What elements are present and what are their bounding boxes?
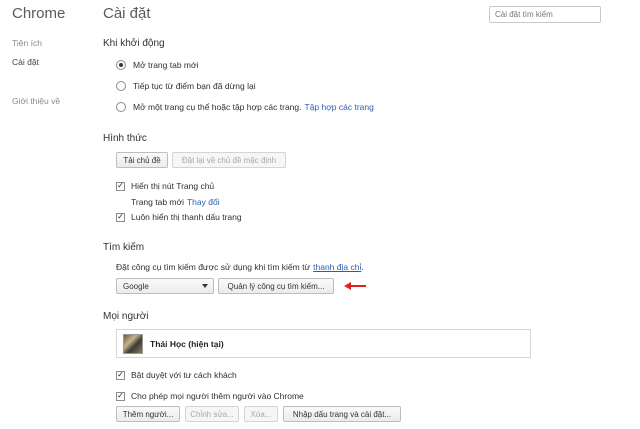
appearance-section-title: Hình thức xyxy=(103,133,147,144)
avatar xyxy=(123,333,143,354)
set-pages-link[interactable]: Tập hợp các trang xyxy=(305,102,374,112)
sidebar: Chrome Tiện ích Cài đặt Giới thiệu về xyxy=(0,0,100,429)
search-description-text: Đặt công cụ tìm kiếm được sử dụng khi tì… xyxy=(116,262,311,272)
reset-theme-button[interactable]: Đặt lại về chủ đề mặc định xyxy=(172,152,286,168)
import-bookmarks-button[interactable]: Nhập dấu trang và cài đặt... xyxy=(283,406,401,422)
guest-browsing-option[interactable]: ✓ Bật duyệt với tư cách khách xyxy=(116,369,237,381)
edit-person-button[interactable]: Chỉnh sửa... xyxy=(185,406,239,422)
search-engine-value: Google xyxy=(123,281,149,291)
startup-option-new-tab[interactable]: Mở trang tab mới xyxy=(116,59,198,71)
checkbox-checked-icon[interactable]: ✓ xyxy=(116,212,125,222)
annotation-arrow-head-icon xyxy=(344,282,351,290)
people-list[interactable]: Thái Học (hiện tại) xyxy=(116,329,531,358)
show-bookmarks-label: Luôn hiển thị thanh dấu trang xyxy=(131,212,242,222)
delete-person-button[interactable]: Xóa... xyxy=(244,406,278,422)
allow-add-person-option[interactable]: ✓ Cho phép mọi người thêm người vào Chro… xyxy=(116,390,304,402)
search-section-title: Tìm kiếm xyxy=(103,242,145,253)
radio-icon[interactable] xyxy=(116,81,126,91)
omnibox-link[interactable]: thanh địa chỉ xyxy=(313,262,361,272)
people-section-title: Mọi người xyxy=(103,311,149,322)
brand-title: Chrome xyxy=(12,5,66,22)
radio-selected-icon[interactable] xyxy=(116,60,126,70)
startup-option-specific-pages[interactable]: Mở một trang cụ thể hoặc tập hợp các tra… xyxy=(116,101,374,113)
sidebar-item-extensions[interactable]: Tiện ích xyxy=(12,38,42,48)
get-themes-button[interactable]: Tải chủ đề xyxy=(116,152,168,168)
add-person-button[interactable]: Thêm người... xyxy=(116,406,180,422)
startup-section-title: Khi khởi động xyxy=(103,38,165,49)
checkbox-checked-icon[interactable]: ✓ xyxy=(116,391,125,401)
startup-option-continue[interactable]: Tiếp tục từ điểm bạn đã dừng lại xyxy=(116,80,256,92)
checkbox-checked-icon[interactable]: ✓ xyxy=(116,181,125,191)
settings-search-input[interactable] xyxy=(489,6,601,23)
guest-browsing-label: Bật duyệt với tư cách khách xyxy=(131,370,237,380)
page-title: Cài đặt xyxy=(103,5,151,22)
home-page-text: Trang tab mới xyxy=(131,197,184,207)
show-home-button-option[interactable]: ✓ Hiển thị nút Trang chủ xyxy=(116,180,214,192)
current-user-name: Thái Học (hiện tại) xyxy=(150,338,224,349)
search-description: Đặt công cụ tìm kiếm được sử dụng khi tì… xyxy=(116,261,364,273)
home-page-setting: Trang tab mới Thay đổi xyxy=(131,196,220,208)
radio-icon[interactable] xyxy=(116,102,126,112)
sidebar-item-settings[interactable]: Cài đặt xyxy=(12,57,39,67)
startup-option-label: Mở trang tab mới xyxy=(133,60,199,70)
search-engine-select[interactable]: Google xyxy=(116,278,214,294)
show-bookmarks-bar-option[interactable]: ✓ Luôn hiển thị thanh dấu trang xyxy=(116,211,242,223)
sidebar-item-about[interactable]: Giới thiệu về xyxy=(12,96,60,106)
search-description-end: . xyxy=(361,262,364,272)
show-home-label: Hiển thị nút Trang chủ xyxy=(131,181,215,191)
startup-option-label: Mở một trang cụ thể hoặc tập hợp các tra… xyxy=(133,102,302,112)
allow-add-person-label: Cho phép mọi người thêm người vào Chrome xyxy=(131,391,304,401)
startup-option-label: Tiếp tục từ điểm bạn đã dừng lại xyxy=(133,81,256,91)
manage-search-engines-button[interactable]: Quản lý công cụ tìm kiếm... xyxy=(218,278,334,294)
change-home-page-link[interactable]: Thay đổi xyxy=(187,197,220,207)
annotation-arrow xyxy=(350,285,366,287)
checkbox-checked-icon[interactable]: ✓ xyxy=(116,370,125,380)
chevron-down-icon xyxy=(202,284,208,288)
